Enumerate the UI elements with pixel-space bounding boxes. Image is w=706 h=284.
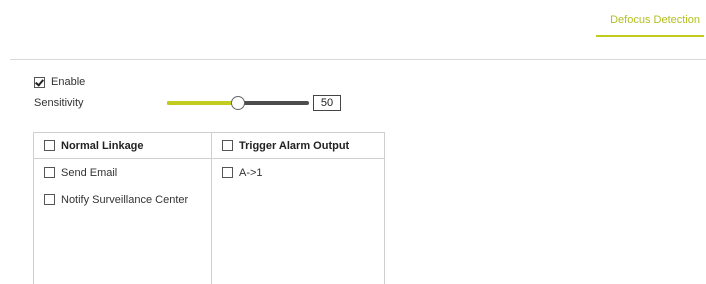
send-email-checkbox[interactable]: [44, 167, 55, 178]
enable-checkbox[interactable]: [34, 76, 45, 88]
tab-bar: Defocus Detection: [10, 0, 706, 60]
defocus-detection-page: Defocus Detection Enable Sensitivity 50 …: [0, 0, 706, 284]
normal-linkage-label: Normal Linkage: [61, 139, 144, 152]
sensitivity-label: Sensitivity: [34, 97, 84, 109]
tab-defocus-detection[interactable]: Defocus Detection: [610, 14, 700, 35]
enable-row[interactable]: Enable: [34, 75, 85, 89]
list-item-send-email[interactable]: Send Email: [34, 166, 211, 179]
trigger-alarm-output-column: Trigger Alarm Output A->1: [212, 133, 385, 284]
list-item-alarm-output-a1[interactable]: A->1: [212, 166, 385, 179]
send-email-label: Send Email: [61, 166, 118, 179]
alarm-output-a1-label: A->1: [239, 166, 263, 179]
normal-linkage-checkbox[interactable]: [44, 140, 55, 151]
list-item-notify-surveillance-center[interactable]: Notify Surveillance Center: [34, 193, 211, 206]
normal-linkage-column: Normal Linkage Send Email Notify Surveil…: [34, 133, 212, 284]
normal-linkage-header[interactable]: Normal Linkage: [34, 133, 211, 159]
alarm-output-a1-checkbox[interactable]: [222, 167, 233, 178]
notify-surveillance-center-checkbox[interactable]: [44, 194, 55, 205]
trigger-alarm-output-label: Trigger Alarm Output: [239, 139, 350, 152]
notify-surveillance-center-label: Notify Surveillance Center: [61, 193, 189, 206]
trigger-alarm-output-header[interactable]: Trigger Alarm Output: [212, 133, 385, 159]
slider-thumb[interactable]: [231, 96, 245, 110]
sensitivity-value-input[interactable]: 50: [313, 95, 341, 111]
trigger-alarm-output-checkbox[interactable]: [222, 140, 233, 151]
active-tab-indicator: [596, 35, 704, 37]
sensitivity-slider[interactable]: [167, 96, 309, 110]
enable-label: Enable: [51, 76, 86, 88]
linkage-table: Normal Linkage Send Email Notify Surveil…: [33, 132, 385, 284]
slider-fill: [167, 101, 238, 105]
